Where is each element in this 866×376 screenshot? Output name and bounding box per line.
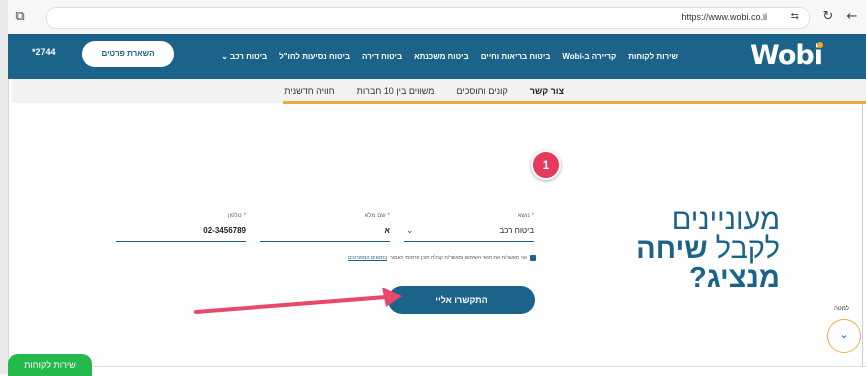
nav-home-insurance[interactable]: ביטוח דירה xyxy=(362,52,402,61)
terms-link[interactable]: בתנאים המפורטים xyxy=(348,255,387,261)
leave-details-button[interactable]: השארת פרטים xyxy=(82,41,174,67)
footer-divider xyxy=(8,366,866,367)
reload-icon[interactable]: ↻ xyxy=(818,7,838,27)
name-label: *שם מלא xyxy=(365,213,390,219)
nav-travel-insurance[interactable]: ביטוח נסיעות לחו"ל xyxy=(279,52,350,61)
subject-select[interactable]: *נושא ביטוח רכב ⌄ xyxy=(404,213,534,242)
required-mark: * xyxy=(243,213,246,219)
nav-label: ביטוח רכב xyxy=(229,52,268,61)
site-header: Wobi ביטוח רכב⌄ ביטוח נסיעות לחו"ל ביטוח… xyxy=(8,34,866,79)
phone-value: 02-3456789 xyxy=(203,226,246,235)
arrow-shaft xyxy=(194,295,388,314)
consent-row: אני מאשר/ת את תנאי השימוש ומאשר/ת קבלת ת… xyxy=(348,255,536,261)
required-mark: * xyxy=(531,213,534,219)
logo-text: Wobi xyxy=(750,40,823,71)
full-name-field[interactable]: *שם מלא א xyxy=(260,213,390,242)
main-nav: ביטוח רכב⌄ ביטוח נסיעות לחו"ל ביטוח דירה… xyxy=(221,34,678,79)
headline-regular: לקבל xyxy=(715,233,780,265)
subnav-innovative[interactable]: חוויה חדשנית xyxy=(284,86,334,96)
name-value: א xyxy=(384,226,390,235)
phone-field[interactable]: *טלפון 02-3456789 xyxy=(116,213,246,242)
annotation-arrow-icon xyxy=(194,288,402,314)
step-badge: 1 xyxy=(531,150,561,180)
arrow-head xyxy=(382,288,402,307)
wobi-logo[interactable]: Wobi xyxy=(750,40,823,71)
subnav-active-underline xyxy=(283,101,866,104)
sub-nav: חוויה חדשנית משווים בין 10 חברות קונים ו… xyxy=(12,79,866,103)
chevron-down-icon: ⌄ xyxy=(221,52,228,61)
contact-headline: מעוניינים לקבל שיחה מנציג? xyxy=(636,206,780,293)
page-scroll-edge xyxy=(862,104,863,366)
nav-customer-service[interactable]: שירות לקוחות xyxy=(628,52,678,61)
logo-dot-icon xyxy=(817,42,823,48)
site-settings-icon[interactable]: ⇆ xyxy=(791,11,799,22)
name-label-text: שם מלא xyxy=(364,213,386,219)
subject-label: *נושא xyxy=(518,213,534,219)
customer-service-chat-button[interactable]: שירות לקוחות xyxy=(8,354,92,376)
scroll-down-label: למטה xyxy=(834,306,849,312)
back-icon[interactable]: ← xyxy=(842,7,862,27)
subject-label-text: נושא xyxy=(517,213,530,219)
scroll-down-button[interactable]: ⌄ xyxy=(827,319,861,353)
headline-line-1: מעוניינים xyxy=(671,204,780,236)
nav-car-insurance[interactable]: ביטוח רכב⌄ xyxy=(221,52,267,61)
nav-health-life-insurance[interactable]: ביטוח בריאות וחיים xyxy=(481,52,551,61)
nav-careers[interactable]: קריירה ב-Wobi xyxy=(562,52,616,61)
chevron-down-icon: ⌄ xyxy=(406,225,414,235)
consent-text: אני מאשר/ת את תנאי השימוש ומאשר/ת קבלת ת… xyxy=(390,255,527,261)
tab-actions-icon[interactable]: ⧉ xyxy=(10,7,30,27)
required-mark: * xyxy=(387,213,390,219)
subnav-compare[interactable]: משווים בין 10 חברות xyxy=(357,86,435,96)
nav-mortgage-insurance[interactable]: ביטוח משכנתא xyxy=(414,52,469,61)
headline-line-3: מנציג? xyxy=(689,262,780,294)
subnav-contact[interactable]: צור קשר xyxy=(530,86,564,96)
url-text[interactable]: https://www.wobi.co.il xyxy=(681,12,767,22)
subnav-save[interactable]: קונים וחוסכים xyxy=(456,86,507,96)
phone-number[interactable]: *2744 xyxy=(32,47,56,57)
phone-label-text: טלפון xyxy=(227,213,242,219)
subject-value: ביטוח רכב xyxy=(499,226,534,235)
chevron-down-icon: ⌄ xyxy=(839,329,849,341)
headline-line-2: לקבל שיחה xyxy=(636,235,780,264)
phone-label: *טלפון xyxy=(228,213,246,219)
consent-checkbox[interactable] xyxy=(530,255,536,261)
headline-bold: שיחה xyxy=(636,233,708,265)
browser-toolbar: ⧉ ☆ https://www.wobi.co.il ⇆ ↻ ← xyxy=(8,0,866,35)
address-bar[interactable]: https://www.wobi.co.il ⇆ xyxy=(46,7,810,29)
call-me-button[interactable]: התקשרו אליי xyxy=(388,286,535,314)
